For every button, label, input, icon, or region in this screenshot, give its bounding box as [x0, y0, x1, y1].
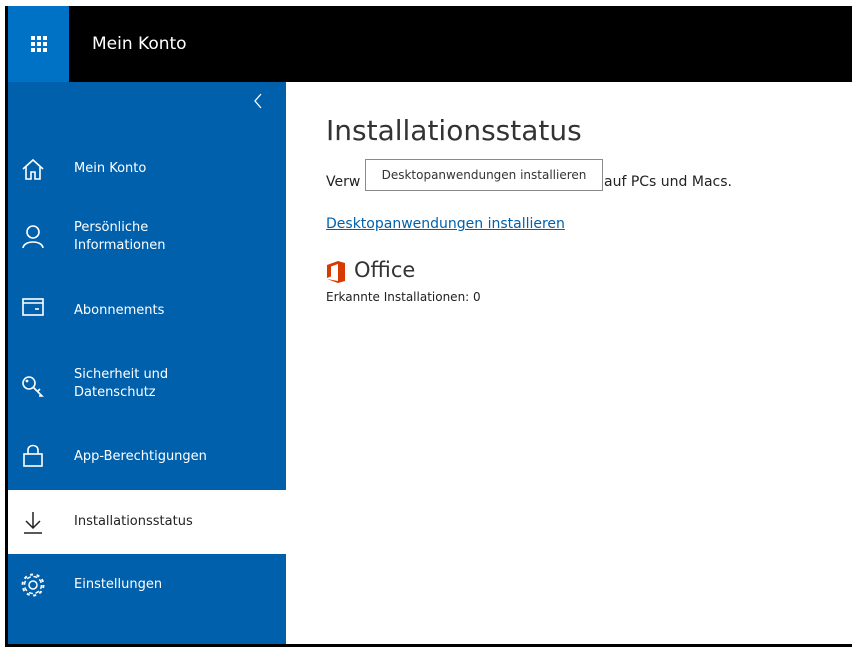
chevron-left-icon — [254, 93, 262, 109]
main-content: Installationsstatus Verw auf PCs und Mac… — [286, 82, 852, 644]
gear-icon — [20, 572, 46, 598]
description-end: auf PCs und Macs. — [604, 174, 732, 190]
office-label: Office — [354, 258, 416, 282]
app-launcher-button[interactable] — [8, 6, 69, 82]
sidebar-item-mein-konto[interactable]: Mein Konto — [8, 136, 286, 202]
person-icon — [20, 223, 46, 249]
sidebar-item-app-berechtigungen[interactable]: App-Berechtigungen — [8, 424, 286, 490]
page-title: Installationsstatus — [326, 114, 582, 147]
sidebar-item-sicherheit-und-datenschutz[interactable]: Sicherheit und Datenschutz — [8, 344, 286, 424]
detected-installations: Erkannte Installationen: 0 — [326, 290, 481, 304]
home-icon — [20, 156, 46, 182]
sidebar-item-persoenliche-informationen[interactable]: Persönliche Informationen — [8, 202, 286, 272]
sidebar-item-label: Sicherheit und Datenschutz — [74, 366, 168, 402]
key-icon — [20, 374, 46, 400]
sidebar-item-label: Persönliche Informationen — [74, 219, 166, 255]
sidebar-item-abonnements[interactable]: Abonnements — [8, 272, 286, 344]
sidebar-item-label: Mein Konto — [74, 161, 147, 176]
card-icon — [20, 294, 46, 320]
sidebar-item-installationsstatus[interactable]: Installationsstatus — [8, 490, 286, 554]
office-icon — [327, 261, 345, 283]
sidebar: Mein Konto Persönliche Informationen Abo… — [8, 82, 286, 644]
sidebar-item-label-line1: Sicherheit und — [74, 367, 169, 382]
collapse-sidebar-button[interactable] — [245, 88, 271, 114]
lock-icon — [20, 442, 46, 468]
description-start: Verw — [326, 174, 361, 190]
sidebar-item-einstellungen[interactable]: Einstellungen — [8, 554, 286, 616]
sidebar-item-label: Abonnements — [74, 303, 165, 318]
sidebar-item-label-line1: Persönliche — [74, 220, 149, 235]
sidebar-item-label: App-Berechtigungen — [74, 449, 207, 464]
app-title: Mein Konto — [92, 34, 187, 54]
tooltip: Desktopanwendungen installieren — [365, 159, 603, 191]
window: Mein Konto Mein Konto Persönliche Inform… — [5, 6, 852, 647]
app-launcher-icon — [30, 36, 47, 52]
sidebar-item-label: Installationsstatus — [74, 514, 193, 529]
sidebar-item-label: Einstellungen — [74, 577, 163, 592]
sidebar-item-label-line2: Datenschutz — [74, 385, 156, 400]
download-icon — [20, 509, 46, 535]
install-desktop-apps-link[interactable]: Desktopanwendungen installieren — [326, 216, 565, 232]
top-bar: Mein Konto — [8, 6, 852, 82]
sidebar-item-label-line2: Informationen — [74, 238, 166, 253]
